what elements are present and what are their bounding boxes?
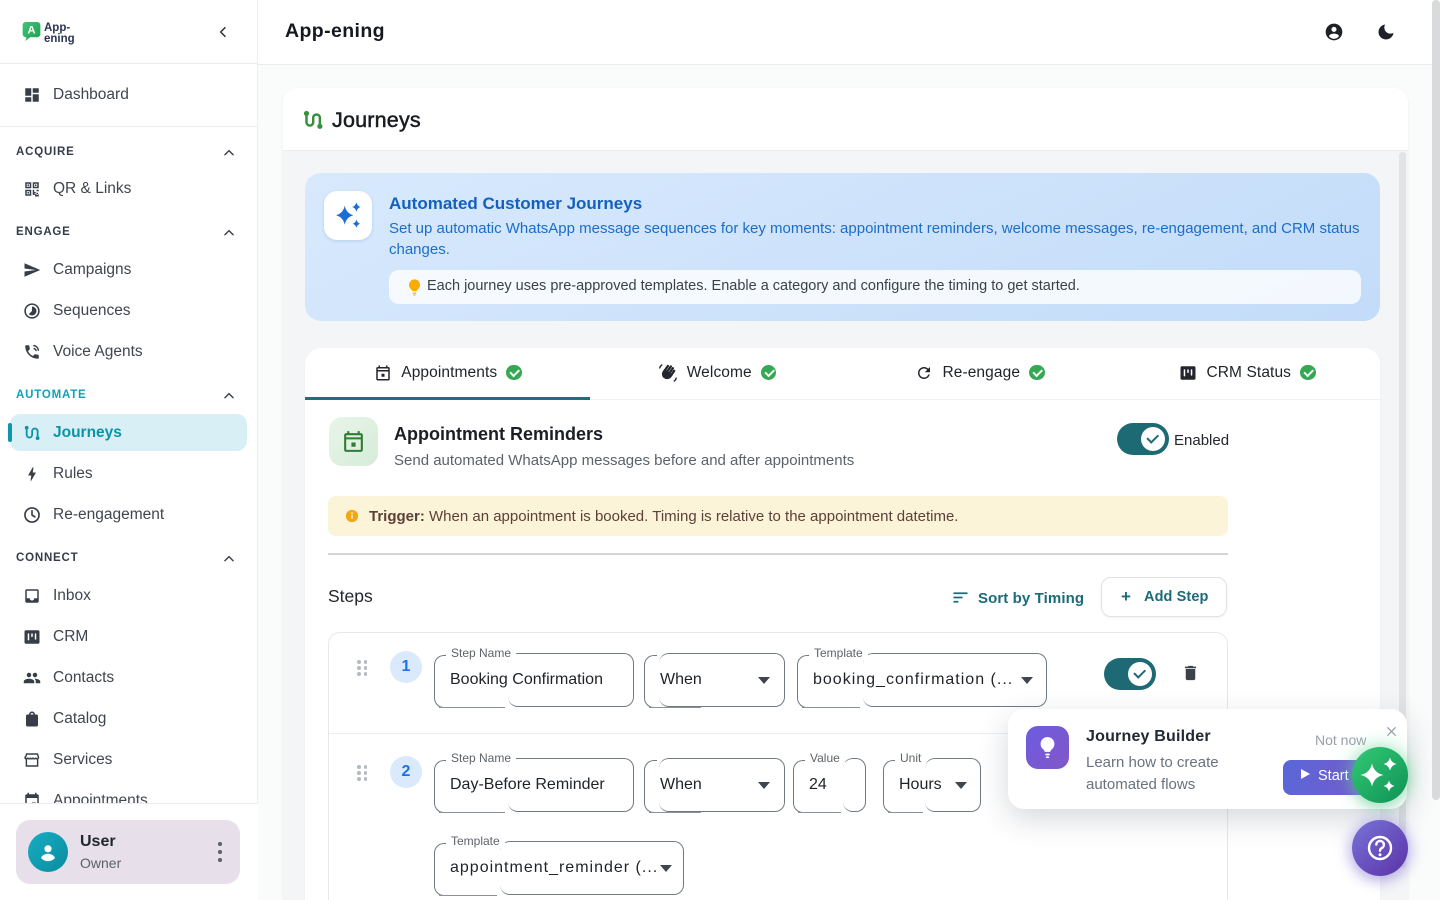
svg-text:A: A [27, 25, 35, 37]
